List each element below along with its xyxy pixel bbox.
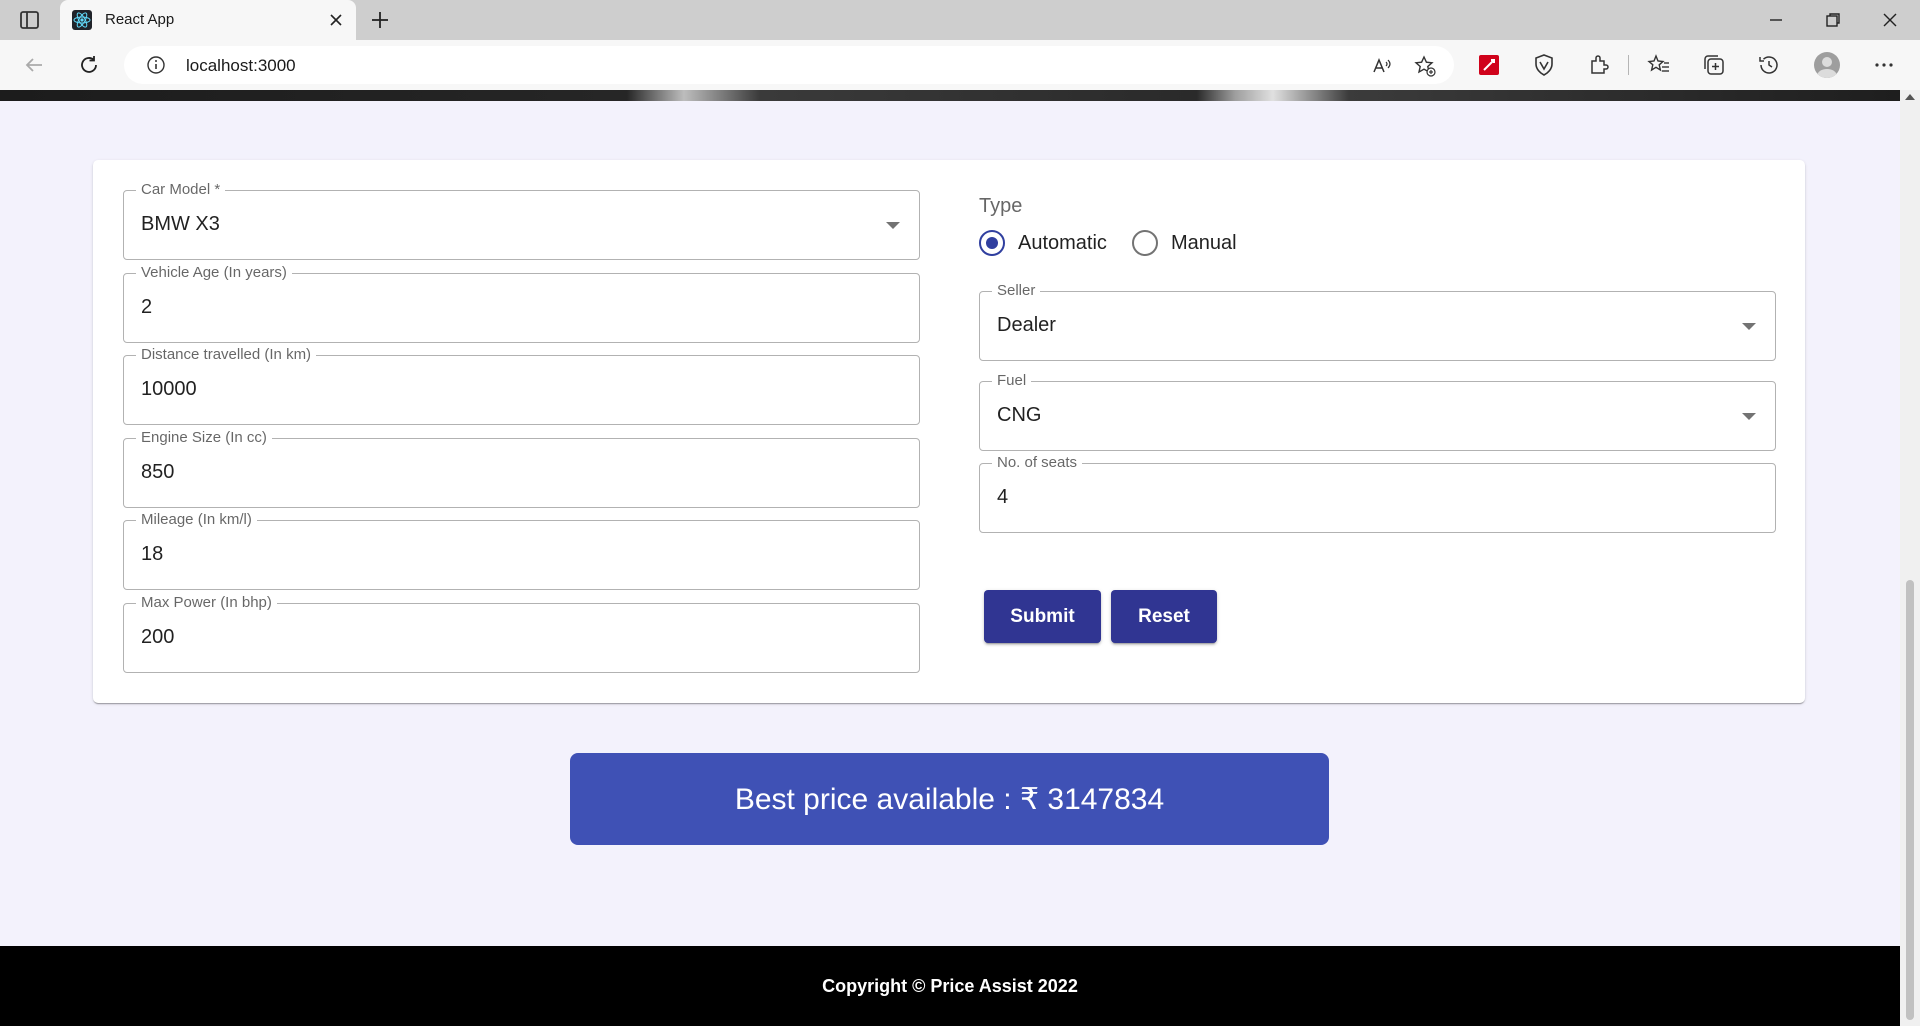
car-model-label: Car Model * xyxy=(136,180,226,200)
vehicle-age-field[interactable]: Vehicle Age (In years) 2 xyxy=(123,263,920,343)
minimize-icon[interactable] xyxy=(1764,8,1788,32)
engine-size-field[interactable]: Engine Size (In cc) 850 xyxy=(123,428,920,508)
browser-tab-bar: React App xyxy=(0,0,1920,40)
radio-automatic[interactable] xyxy=(979,230,1005,256)
restore-icon[interactable] xyxy=(1821,8,1845,32)
favorites-icon[interactable] xyxy=(1647,53,1671,77)
seller-select[interactable]: Seller Dealer xyxy=(979,281,1776,361)
pdf-extension-icon[interactable] xyxy=(1477,53,1501,77)
radio-manual[interactable] xyxy=(1132,230,1158,256)
back-arrow-icon[interactable] xyxy=(22,53,46,77)
scroll-up-arrow-icon[interactable] xyxy=(1905,94,1915,100)
profile-icon[interactable] xyxy=(1814,52,1840,78)
seller-label: Seller xyxy=(992,281,1041,301)
scrollbar-thumb[interactable] xyxy=(1906,580,1914,1020)
submit-button[interactable]: Submit xyxy=(984,590,1101,643)
radio-manual-label[interactable]: Manual xyxy=(1171,232,1237,255)
max-power-value[interactable]: 200 xyxy=(141,626,174,649)
seats-value[interactable]: 4 xyxy=(997,486,1008,509)
engine-size-label: Engine Size (In cc) xyxy=(136,428,272,448)
shield-extension-icon[interactable] xyxy=(1532,53,1556,77)
fuel-label: Fuel xyxy=(992,371,1032,391)
seats-label: No. of seats xyxy=(992,453,1083,473)
footer-copyright: Copyright © Price Assist 2022 xyxy=(822,975,1078,996)
footer: Copyright © Price Assist 2022 xyxy=(0,946,1900,1026)
mileage-field[interactable]: Mileage (In km/l) 18 xyxy=(123,510,920,590)
distance-field[interactable]: Distance travelled (In km) 10000 xyxy=(123,345,920,425)
seller-value[interactable]: Dealer xyxy=(997,314,1056,337)
mileage-label: Mileage (In km/l) xyxy=(136,510,257,530)
chevron-down-icon[interactable] xyxy=(1742,413,1756,420)
extensions-icon[interactable] xyxy=(1587,53,1611,77)
prediction-form-card: Car Model * BMW X3 Vehicle Age (In years… xyxy=(93,160,1805,703)
vehicle-age-label: Vehicle Age (In years) xyxy=(136,263,292,283)
car-model-select[interactable]: Car Model * BMW X3 xyxy=(123,180,920,260)
sidebar-toggle-icon[interactable] xyxy=(18,9,42,31)
chevron-down-icon[interactable] xyxy=(1742,323,1756,330)
info-icon[interactable] xyxy=(146,55,166,75)
more-icon[interactable] xyxy=(1872,53,1896,77)
collections-icon[interactable] xyxy=(1702,53,1726,77)
plus-icon[interactable] xyxy=(368,8,392,32)
address-bar[interactable]: localhost:3000 xyxy=(124,46,1454,84)
distance-label: Distance travelled (In km) xyxy=(136,345,317,365)
distance-value[interactable]: 10000 xyxy=(141,378,197,401)
toolbar-divider xyxy=(1628,55,1629,75)
mileage-value[interactable]: 18 xyxy=(141,543,163,566)
hero-image xyxy=(0,90,1900,101)
browser-toolbar: localhost:3000 xyxy=(0,40,1920,90)
seats-field[interactable]: No. of seats 4 xyxy=(979,453,1776,533)
vertical-scrollbar[interactable] xyxy=(1900,90,1920,1026)
close-window-icon[interactable] xyxy=(1878,8,1902,32)
page-content: Car Model * BMW X3 Vehicle Age (In years… xyxy=(0,90,1900,1026)
read-aloud-icon[interactable] xyxy=(1371,55,1393,77)
close-icon[interactable] xyxy=(326,10,346,30)
car-model-value[interactable]: BMW X3 xyxy=(141,213,220,236)
max-power-field[interactable]: Max Power (In bhp) 200 xyxy=(123,593,920,673)
refresh-icon[interactable] xyxy=(77,53,101,77)
chevron-down-icon[interactable] xyxy=(886,222,900,229)
fuel-select[interactable]: Fuel CNG xyxy=(979,371,1776,451)
browser-tab[interactable]: React App xyxy=(60,0,356,40)
add-favorite-icon[interactable] xyxy=(1414,55,1436,77)
vehicle-age-value[interactable]: 2 xyxy=(141,296,152,319)
fuel-value[interactable]: CNG xyxy=(997,404,1041,427)
history-icon[interactable] xyxy=(1757,53,1781,77)
tab-title: React App xyxy=(105,11,175,28)
engine-size-value[interactable]: 850 xyxy=(141,461,174,484)
max-power-label: Max Power (In bhp) xyxy=(136,593,277,613)
type-label: Type xyxy=(979,195,1023,217)
radio-automatic-label[interactable]: Automatic xyxy=(1018,232,1107,255)
url-text[interactable]: localhost:3000 xyxy=(186,56,296,76)
react-logo-icon xyxy=(72,10,92,30)
price-result-banner: Best price available : ₹ 3147834 xyxy=(570,753,1329,845)
reset-button[interactable]: Reset xyxy=(1111,590,1217,643)
